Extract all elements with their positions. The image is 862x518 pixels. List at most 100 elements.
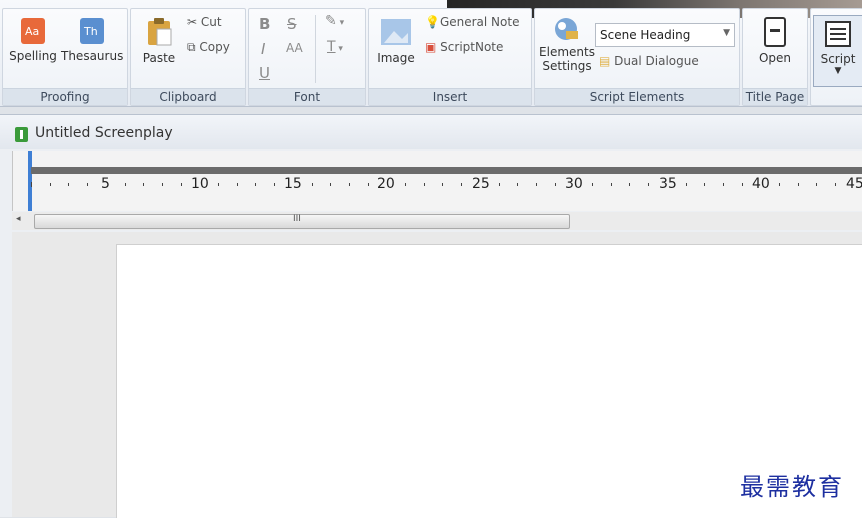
ruler-tick [405, 183, 406, 186]
spelling-button[interactable]: Aa Spelling [7, 17, 59, 63]
ruler-tick [610, 183, 612, 186]
bold-button[interactable]: B [259, 15, 270, 33]
chevron-down-icon: ▾ [335, 44, 343, 54]
ruler-tick [461, 183, 463, 186]
document-window: Untitled Screenplay 5 10 15 20 25 30 35 … [0, 114, 862, 518]
ruler-tick [330, 183, 332, 186]
font-label: Font [249, 88, 365, 105]
ruler-tick [236, 183, 238, 186]
dual-dialogue-button[interactable]: ▤ Dual Dialogue [599, 54, 699, 68]
cut-button[interactable]: ✂ Cut [187, 15, 222, 29]
ruler-tick [592, 183, 593, 186]
lightbulb-icon: 💡 [425, 15, 440, 29]
scriptnote-icon: ▣ [425, 40, 437, 54]
ruler-tick [685, 183, 687, 186]
scroll-thumb[interactable]: III [34, 214, 570, 229]
insert-group: Image 💡General Note ▣ ScriptNote Insert [368, 8, 532, 106]
font-divider [315, 15, 316, 83]
scroll-grip: III [293, 214, 301, 224]
scissors-icon: ✂ [187, 15, 198, 29]
ruler-number: 20 [377, 176, 395, 192]
ruler-tick [68, 183, 70, 186]
script-group: Script ▼ [810, 8, 862, 106]
ruler-tick [535, 183, 537, 186]
script-elements-label: Script Elements [535, 88, 739, 105]
paste-icon [148, 18, 172, 46]
ruler-tick [423, 183, 425, 186]
ruler-tick [274, 183, 276, 186]
image-icon [381, 19, 411, 45]
ruler-tick [704, 183, 706, 186]
title-page-label: Title Page [743, 88, 807, 105]
script-view-button[interactable]: Script ▼ [813, 15, 862, 87]
ruler-tick [498, 183, 500, 186]
ruler-tick [648, 183, 650, 186]
ruler-tick [797, 183, 799, 186]
text-color-button[interactable]: T ▾ [327, 39, 343, 55]
proofing-group: Aa Spelling Th Thesaurus Proofing [2, 8, 128, 106]
ruler-number: 40 [752, 176, 770, 192]
ruler-tick [87, 183, 89, 186]
document-titlebar: Untitled Screenplay [0, 115, 862, 149]
strikethrough-button[interactable]: S [287, 15, 297, 33]
elements-settings-button[interactable]: Elements Settings [537, 15, 597, 73]
ruler-tick [311, 183, 313, 186]
thesaurus-button[interactable]: Th Thesaurus [61, 17, 123, 63]
ruler-bar [31, 167, 862, 174]
ruler-tick [31, 182, 32, 187]
ruler-tick [161, 183, 163, 186]
watermark-text: 最需教育 [740, 473, 844, 501]
ruler-tick [517, 183, 519, 186]
ribbon: Aa Spelling Th Thesaurus Proofing Paste … [0, 0, 862, 107]
document-title: Untitled Screenplay [35, 125, 173, 141]
horizontal-scrollbar[interactable]: ◂ III [12, 212, 862, 230]
ruler-number: 30 [565, 176, 583, 192]
copy-icon: ⧉ [187, 40, 196, 54]
ruler-number: 45 [846, 176, 862, 192]
underline-button[interactable]: U [259, 64, 270, 82]
chevron-down-icon: ▼ [723, 28, 730, 38]
ruler-tick [180, 183, 182, 186]
font-size-button[interactable]: AA [286, 41, 303, 55]
ruler-number: 5 [101, 176, 110, 192]
ruler[interactable]: 5 10 15 20 25 30 35 40 45 [12, 151, 862, 211]
dual-dialogue-icon: ▤ [599, 54, 611, 68]
italic-button[interactable]: I [261, 40, 265, 58]
element-type-select[interactable]: Scene Heading ▼ [595, 23, 735, 47]
spelling-icon: Aa [21, 18, 45, 44]
ruler-number: 15 [284, 176, 302, 192]
ruler-tick [348, 183, 350, 186]
editor-area [12, 232, 862, 518]
highlight-button[interactable]: ✎ ▾ [325, 13, 344, 29]
clipboard-group: Paste ✂ Cut ⧉ Copy Clipboard [130, 8, 246, 106]
ruler-tick [367, 183, 369, 186]
general-note-button[interactable]: 💡General Note [425, 15, 519, 29]
chevron-down-icon: ▾ [336, 18, 345, 28]
ruler-number: 25 [472, 176, 490, 192]
copy-button[interactable]: ⧉ Copy [187, 40, 230, 55]
ruler-tick [255, 183, 257, 186]
ruler-tick [554, 183, 556, 186]
ruler-tick [442, 183, 444, 186]
script-view-icon [825, 21, 851, 47]
scriptnote-button[interactable]: ▣ ScriptNote [425, 40, 503, 54]
paste-button[interactable]: Paste [137, 17, 181, 65]
ruler-tick [143, 183, 145, 186]
font-group: B S I AA U ✎ ▾ T ▾ Font [248, 8, 366, 106]
proofing-label: Proofing [3, 88, 127, 105]
ruler-marker[interactable] [28, 151, 32, 211]
svg-text:Th: Th [83, 25, 98, 38]
ruler-number: 10 [191, 176, 209, 192]
open-button[interactable]: Open [747, 17, 803, 65]
ruler-tick [779, 183, 780, 186]
title-page-icon [764, 17, 786, 47]
highlighter-icon: ✎ [325, 13, 337, 29]
ruler-tick [816, 183, 818, 186]
ruler-tick [629, 183, 631, 186]
ruler-tick [835, 183, 837, 186]
image-button[interactable]: Image [375, 17, 417, 65]
title-page-group: Open Title Page [742, 8, 808, 106]
script-elements-group: Elements Settings Scene Heading ▼ ▤ Dual… [534, 8, 740, 106]
scroll-left-icon[interactable]: ◂ [16, 214, 21, 224]
ruler-number: 35 [659, 176, 677, 192]
